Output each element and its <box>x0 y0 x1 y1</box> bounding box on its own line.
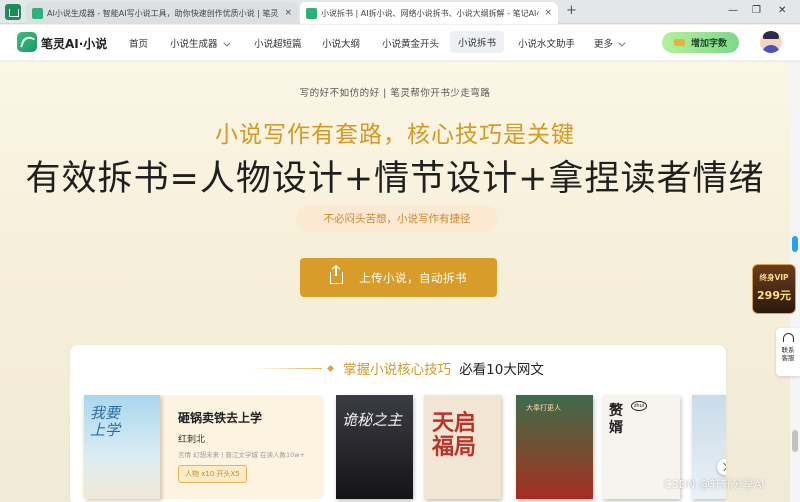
nav-novel-generator[interactable]: 小说生成器 <box>170 36 230 50</box>
site-header: 笔灵AI·小说 首页 小说生成器 小说超短篇 小说大纲 小说黄金开头 小说拆书 … <box>0 25 800 61</box>
close-tab-icon[interactable]: × <box>544 8 552 18</box>
avatar[interactable] <box>760 31 782 53</box>
chevron-down-icon <box>222 39 230 47</box>
browser-tab-bar: AI小说生成器 - 智能AI写小说工具，助你快速创作优质小说 | 笔灵ai写作 … <box>0 0 800 24</box>
nav-filler-assistant[interactable]: 小说水文助手 <box>518 36 575 50</box>
book-cover[interactable]: 诡秘之主 <box>336 395 413 499</box>
minimize-icon[interactable]: — <box>728 5 738 17</box>
add-words-button[interactable]: 增加字数 <box>662 32 739 53</box>
upload-novel-button[interactable]: 上传小说，自动拆书 <box>300 258 497 297</box>
window-close-icon[interactable]: ✕ <box>778 5 786 17</box>
contact-support-button[interactable]: 联系 客服 <box>776 328 800 376</box>
restore-icon[interactable]: ❐ <box>752 5 761 17</box>
hero-headline: 有效拆书=人物设计+情节设计+拿捏读者情绪 <box>25 159 765 199</box>
scroll-thumb-secondary[interactable] <box>792 430 798 452</box>
scroll-thumb[interactable] <box>792 236 798 252</box>
logo-icon[interactable] <box>17 32 37 52</box>
browser-tab-2[interactable]: 小说拆书 | AI拆小说、网络小说拆书、小说大纲拆解 - 笔记AI小说 × <box>300 2 558 24</box>
book-cover-title: 大奉打更人 <box>526 404 561 412</box>
hero-tagline: 写的好不如仿的好 | 笔灵帮你开书少走弯路 <box>299 88 491 99</box>
section-title-rest: 必看10大网文 <box>459 362 544 378</box>
hero-section: 写的好不如仿的好 | 笔灵帮你开书少走弯路 小说写作有套路，核心技巧是关键 有效… <box>0 62 790 502</box>
book-author: 红刺北 <box>178 435 206 445</box>
favicon-icon <box>306 7 317 19</box>
book-cover-title: 赘婿 <box>609 403 623 436</box>
coin-icon <box>673 39 685 46</box>
tab-title: AI小说生成器 - 智能AI写小说工具，助你快速创作优质小说 | 笔灵ai写作 <box>47 8 280 18</box>
tab-title: 小说拆书 | AI拆小说、网络小说拆书、小说大纲拆解 - 笔记AI小说 <box>321 8 540 18</box>
book-cover[interactable]: 大奉打更人 <box>516 395 593 499</box>
add-words-label: 增加字数 <box>690 39 727 49</box>
nav-label: 更多 <box>594 39 614 50</box>
nav-home[interactable]: 首页 <box>129 36 148 50</box>
upload-icon <box>330 265 343 284</box>
book-cover[interactable]: 天启福局 <box>424 395 501 499</box>
top-novels-card: 掌握小说核心技巧 必看10大网文 我要上学 砸锅卖铁去上学 红刺北 言情 幻想未… <box>70 345 726 502</box>
diamond-icon <box>327 364 335 372</box>
book-cover[interactable]: 我要上学 <box>84 395 160 499</box>
featured-book[interactable]: 我要上学 砸锅卖铁去上学 红刺北 言情 幻想未来 | 晋江文学城 在读人数10w… <box>82 395 324 499</box>
nav-label: 小说生成器 <box>170 39 218 50</box>
book-tags: 言情 幻想未来 | 晋江文学城 在读人数10w+ <box>178 451 305 459</box>
vip-price: 299元 <box>757 289 791 302</box>
book-cover-title: 天启福局 <box>432 410 477 460</box>
browser-tab-1[interactable]: AI小说生成器 - 智能AI写小说工具，助你快速创作优质小说 | 笔灵ai写作 … <box>26 2 298 24</box>
book-seal: zhui <box>631 401 647 411</box>
headset-icon <box>782 333 794 342</box>
nav-more[interactable]: 更多 <box>594 36 626 50</box>
vip-label: 终身VIP <box>759 273 789 282</box>
home-icon[interactable] <box>5 4 21 20</box>
book-cover-title: 我要上学 <box>90 404 121 439</box>
logo-text[interactable]: 笔灵AI·小说 <box>41 35 107 52</box>
nav-short-story[interactable]: 小说超短篇 <box>254 36 302 50</box>
book-title[interactable]: 砸锅卖铁去上学 <box>178 409 262 426</box>
section-title-highlight: 掌握小说核心技巧 <box>343 362 452 378</box>
divider <box>252 367 323 369</box>
book-cover-title: 诡秘之主 <box>342 411 403 429</box>
upload-label: 上传小说，自动拆书 <box>359 270 467 285</box>
section-title: 掌握小说核心技巧 必看10大网文 <box>70 358 726 378</box>
lifetime-vip-badge[interactable]: 终身VIP 299元 <box>752 264 796 314</box>
favicon-icon <box>32 7 43 19</box>
nav-outline[interactable]: 小说大纲 <box>322 36 360 50</box>
carousel-next-button[interactable] <box>717 459 726 475</box>
nav-golden-opening[interactable]: 小说黄金开头 <box>382 36 439 50</box>
close-tab-icon[interactable]: × <box>284 8 292 18</box>
hero-pill: 不必闷头苦想，小说写作有捷径 <box>296 205 498 232</box>
nav-book-analysis[interactable]: 小说拆书 <box>450 31 505 53</box>
chevron-down-icon <box>618 39 626 47</box>
contact-label: 联系 客服 <box>781 346 795 362</box>
new-tab-icon[interactable]: + <box>566 4 577 18</box>
book-badge: 人物 x10 开头X5 <box>178 465 247 483</box>
hero-slogan: 小说写作有套路，核心技巧是关键 <box>215 122 575 148</box>
watermark: CSDN @轩轩分享AI <box>664 478 765 491</box>
